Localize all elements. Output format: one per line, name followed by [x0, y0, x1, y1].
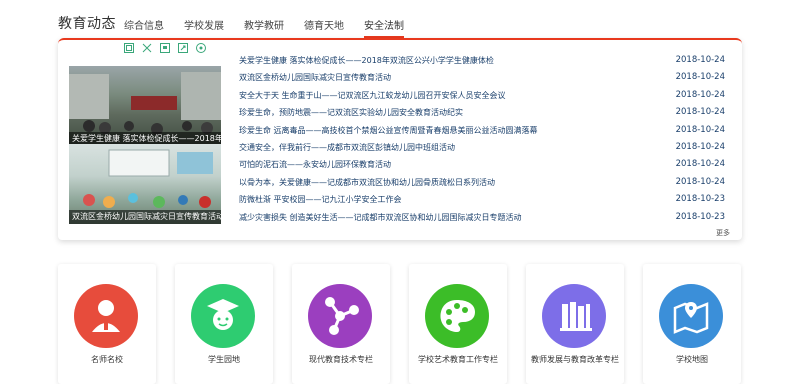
- tab-school-development[interactable]: 学校发展: [184, 17, 224, 38]
- news-date: 2018-10-24: [675, 141, 725, 152]
- news-title[interactable]: 双流区金桥幼儿园国际减灾日宣传教育活动: [239, 69, 639, 86]
- expand-icon[interactable]: [142, 43, 152, 53]
- news-photo-1[interactable]: 关爱学生健康 落实体检促成长——2018年双...: [69, 66, 221, 146]
- news-date: 2018-10-24: [675, 159, 725, 170]
- news-title[interactable]: 关爱学生健康 落实体检促成长——2018年双流区公兴小学学生健康体检: [239, 52, 639, 69]
- tile-label: 教师发展与教育改革专栏: [531, 355, 619, 364]
- news-title[interactable]: 交通安全，伴我前行——成都市双流区彭镇幼儿园中班组活动: [239, 139, 639, 156]
- tab-bar: 综合信息 学校发展 教学教研 德育天地 安全法制: [124, 17, 424, 38]
- tile-student-garden[interactable]: 学生园地: [175, 264, 273, 384]
- news-date: 2018-10-24: [675, 124, 725, 135]
- tile-edu-tech[interactable]: 现代教育技术专栏: [292, 264, 390, 384]
- feature-tiles: 名师名校 学生园地 现代教育技术专栏 学校艺术教育工作专栏 教师发展与教育改革专…: [58, 264, 742, 384]
- news-date: 2018-10-24: [675, 107, 725, 118]
- tile-school-map[interactable]: 学校地图: [643, 264, 741, 384]
- news-title[interactable]: 安全大于天 生命重于山——记双流区九江蛟龙幼儿园召开安保人员安全会议: [239, 87, 639, 104]
- news-title[interactable]: 以骨为本，关爱健康——记成都市双流区协和幼儿园骨质疏松日系列活动: [239, 174, 639, 191]
- news-date: 2018-10-24: [675, 176, 725, 187]
- tile-label: 学校艺术教育工作专栏: [418, 355, 498, 364]
- news-title[interactable]: 珍爱生命 远离毒品——高技校首个禁烟公益宣传周暨青春烟悬美丽公益活动圆满落幕: [239, 122, 639, 139]
- news-date: 2018-10-23: [675, 211, 725, 222]
- tile-label: 学校地图: [676, 355, 708, 364]
- map-icon: [659, 284, 723, 348]
- tab-moral-education[interactable]: 德育天地: [304, 17, 344, 38]
- molecule-icon: [308, 284, 372, 348]
- graduate-icon: [191, 284, 255, 348]
- news-item[interactable]: 珍爱生命 远离毒品——高技校首个禁烟公益宣传周暨青春烟悬美丽公益活动圆满落幕 20…: [239, 122, 733, 139]
- news-photo-2[interactable]: 双流区金桥幼儿园国际减灾日宣传教育活动: [69, 144, 221, 224]
- news-item[interactable]: 减少灾害损失 创造美好生活——记成都市双流区协和幼儿园国际减灾日专题活动 2018…: [239, 209, 733, 226]
- settings-icon[interactable]: [196, 43, 206, 53]
- news-title[interactable]: 可怕的泥石流——永安幼儿园环保教育活动: [239, 156, 639, 173]
- bookmark-icon[interactable]: [160, 43, 170, 53]
- tile-teacher-development[interactable]: 教师发展与教育改革专栏: [526, 264, 624, 384]
- news-item[interactable]: 安全大于天 生命重于山——记双流区九江蛟龙幼儿园召开安保人员安全会议 2018-1…: [239, 87, 733, 104]
- news-date: 2018-10-24: [675, 89, 725, 100]
- tile-famous-teachers[interactable]: 名师名校: [58, 264, 156, 384]
- news-date: 2018-10-24: [675, 55, 725, 65]
- tile-label: 名师名校: [91, 355, 123, 364]
- tile-label: 学生园地: [208, 355, 240, 364]
- tab-teaching-research[interactable]: 教学教研: [244, 17, 284, 38]
- photo-caption: 双流区金桥幼儿园国际减灾日宣传教育活动: [69, 210, 221, 224]
- tile-art-education[interactable]: 学校艺术教育工作专栏: [409, 264, 507, 384]
- save-icon[interactable]: [124, 43, 134, 53]
- news-date: 2018-10-24: [675, 72, 725, 83]
- section-title: 教育动态: [58, 16, 116, 32]
- tab-general-info[interactable]: 综合信息: [124, 17, 164, 38]
- teacher-icon: [74, 284, 138, 348]
- news-list: 关爱学生健康 落实体检促成长——2018年双流区公兴小学学生健康体检 2018-1…: [239, 52, 733, 226]
- news-item[interactable]: 防微杜渐 平安校园——记九江小学安全工作会 2018-10-23: [239, 191, 733, 208]
- books-icon: [542, 284, 606, 348]
- toolbar: [124, 43, 214, 53]
- news-item[interactable]: 交通安全，伴我前行——成都市双流区彭镇幼儿园中班组活动 2018-10-24: [239, 139, 733, 156]
- palette-icon: [425, 284, 489, 348]
- news-item[interactable]: 珍爱生命，预防地震——记双流区实验幼儿园安全教育活动纪实 2018-10-24: [239, 104, 733, 121]
- news-title[interactable]: 珍爱生命，预防地震——记双流区实验幼儿园安全教育活动纪实: [239, 104, 639, 121]
- section-header: 教育动态 综合信息 学校发展 教学教研 德育天地 安全法制: [58, 14, 742, 38]
- more-link[interactable]: 更多: [716, 228, 730, 238]
- news-item[interactable]: 关爱学生健康 落实体检促成长——2018年双流区公兴小学学生健康体检 2018-1…: [239, 52, 733, 69]
- news-title[interactable]: 防微杜渐 平安校园——记九江小学安全工作会: [239, 191, 639, 208]
- tile-label: 现代教育技术专栏: [309, 355, 373, 364]
- news-item[interactable]: 双流区金桥幼儿园国际减灾日宣传教育活动 2018-10-24: [239, 69, 733, 86]
- news-date: 2018-10-23: [675, 194, 725, 205]
- news-item[interactable]: 可怕的泥石流——永安幼儿园环保教育活动 2018-10-24: [239, 156, 733, 173]
- share-icon[interactable]: [178, 43, 188, 53]
- news-title[interactable]: 减少灾害损失 创造美好生活——记成都市双流区协和幼儿园国际减灾日专题活动: [239, 209, 639, 226]
- news-item[interactable]: 以骨为本，关爱健康——记成都市双流区协和幼儿园骨质疏松日系列活动 2018-10-…: [239, 174, 733, 191]
- tab-safety-law[interactable]: 安全法制: [364, 17, 404, 38]
- news-card: 关爱学生健康 落实体检促成长——2018年双... 双流区金桥幼儿园国际减灾日宣…: [58, 38, 742, 240]
